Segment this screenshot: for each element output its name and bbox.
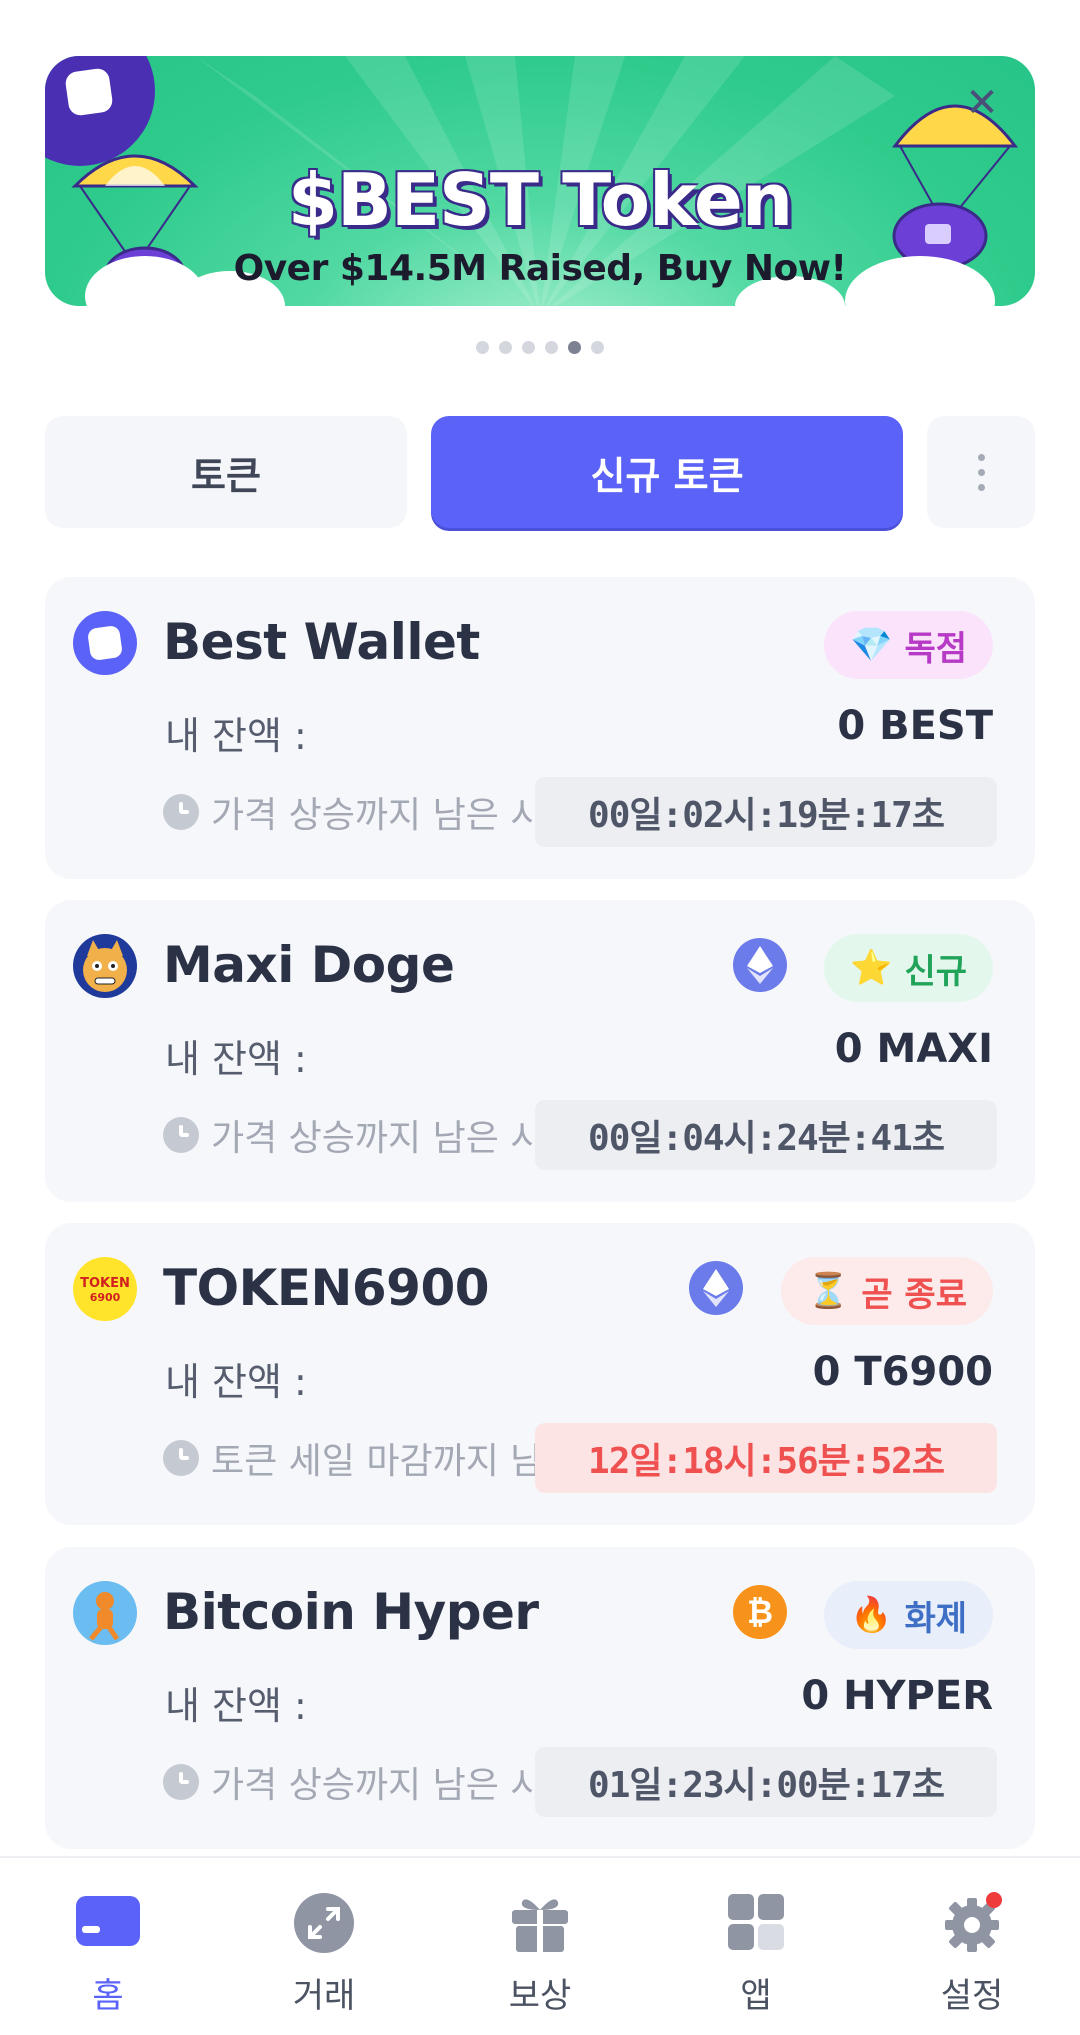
new-badge: ⭐ 신규 <box>824 934 993 1002</box>
ethereum-icon <box>733 938 787 992</box>
fire-icon: 🔥 <box>850 1595 893 1635</box>
timer-row: 가격 상승까지 남은 시간 00일:02시:19분:17초 <box>163 777 1035 847</box>
token-name: TOKEN6900 <box>163 1259 490 1317</box>
balance-label: 내 잔액 : <box>165 1037 307 1081</box>
svg-text:6900: 6900 <box>90 1291 121 1304</box>
more-options-button[interactable] <box>927 416 1035 528</box>
countdown-timer: 01일:23시:00분:17초 <box>535 1747 997 1817</box>
svg-text:TOKEN: TOKEN <box>80 1276 130 1291</box>
nav-trade-label: 거래 <box>292 1976 356 2016</box>
close-icon[interactable]: ✕ <box>959 80 1005 126</box>
hot-badge: 🔥 화제 <box>824 1581 993 1649</box>
nav-apps[interactable]: 앱 <box>648 1858 864 2035</box>
nav-settings-label: 설정 <box>940 1976 1004 2016</box>
carousel-dot-active[interactable] <box>568 341 581 354</box>
nav-rewards-label: 보상 <box>508 1976 572 2016</box>
maxi-doge-avatar-icon <box>73 934 137 998</box>
countdown-timer: 12일:18시:56분:52초 <box>535 1423 997 1493</box>
countdown-timer: 00일:04시:24분:41초 <box>535 1100 997 1170</box>
gift-icon <box>512 1899 568 1952</box>
carousel-indicator <box>0 341 1080 354</box>
best-wallet-avatar-icon <box>73 611 137 675</box>
timer-label: 토큰 세일 마감까지 남은 시간 <box>211 1441 551 1482</box>
bitcoin-hyper-avatar-icon <box>73 1581 137 1645</box>
ethereum-icon <box>689 1261 743 1315</box>
diamond-icon: 💎 <box>850 625 893 665</box>
hourglass-icon: ⏳ <box>806 1271 850 1311</box>
apps-grid-icon <box>728 1894 784 1950</box>
ending-soon-badge: ⏳ 곧 종료 <box>780 1257 993 1325</box>
clock-icon <box>163 1440 199 1476</box>
carousel-dot[interactable] <box>499 341 512 354</box>
carousel-dot[interactable] <box>545 341 558 354</box>
best-wallet-logo-icon <box>64 67 114 117</box>
more-vertical-icon <box>977 453 985 491</box>
token-card-bitcoin-hyper[interactable]: Bitcoin Hyper ₿ 🔥 화제 내 잔액 : 0 HYPER 가격 상… <box>45 1547 1035 1849</box>
tab-new-tokens-label: 신규 토큰 <box>590 453 744 498</box>
wallet-icon <box>76 1896 140 1946</box>
carousel-dot[interactable] <box>522 341 535 354</box>
carousel-dot[interactable] <box>591 341 604 354</box>
balance-value: 0 BEST <box>837 703 993 749</box>
balance-value: 0 HYPER <box>801 1673 993 1719</box>
balance-label: 내 잔액 : <box>165 1684 307 1728</box>
clock-icon <box>163 794 199 830</box>
timer-row: 토큰 세일 마감까지 남은 시간 12일:18시:56분:52초 <box>163 1423 1035 1493</box>
carousel-dot[interactable] <box>476 341 489 354</box>
token-name: Bitcoin Hyper <box>163 1583 539 1641</box>
tab-new-tokens[interactable]: 신규 토큰 <box>431 416 903 528</box>
timer-row: 가격 상승까지 남은 시간 00일:04시:24분:41초 <box>163 1100 1035 1170</box>
gear-icon <box>945 1892 1002 1952</box>
banner-title: $BEST Token <box>287 158 793 242</box>
tab-tokens-label: 토큰 <box>191 453 261 498</box>
swap-arrows-icon <box>294 1893 354 1953</box>
balance-value: 0 T6900 <box>812 1349 993 1395</box>
token-name: Maxi Doge <box>163 936 455 994</box>
nav-rewards[interactable]: 보상 <box>432 1858 648 2035</box>
timer-label: 가격 상승까지 남은 시간 <box>211 1118 551 1159</box>
balance-value: 0 MAXI <box>834 1026 993 1072</box>
balance-label: 내 잔액 : <box>165 714 307 758</box>
timer-label: 가격 상승까지 남은 시간 <box>211 795 551 836</box>
nav-apps-label: 앱 <box>740 1976 772 2016</box>
badge-label: 화제 <box>904 1598 967 1639</box>
countdown-timer: 00일:02시:19분:17초 <box>535 777 997 847</box>
badge-label: 신규 <box>904 951 967 992</box>
clock-icon <box>163 1764 199 1800</box>
badge-label: 독점 <box>904 628 967 669</box>
token-card-maxi-doge[interactable]: Maxi Doge ⭐ 신규 내 잔액 : 0 MAXI 가격 상승까지 남은 … <box>45 900 1035 1202</box>
nav-trade[interactable]: 거래 <box>216 1858 432 2035</box>
exclusive-badge: 💎 독점 <box>824 611 993 679</box>
bitcoin-icon: ₿ <box>733 1585 787 1639</box>
token-name: Best Wallet <box>163 613 480 671</box>
clock-icon <box>163 1117 199 1153</box>
timer-row: 가격 상승까지 남은 시간 01일:23시:00분:17초 <box>163 1747 1035 1817</box>
bottom-navigation: 홈 거래 보상 앱 설정 <box>0 1856 1080 2035</box>
token6900-avatar-icon: TOKEN 6900 <box>73 1257 137 1321</box>
timer-label: 가격 상승까지 남은 시간 <box>211 1765 551 1806</box>
nav-home-label: 홈 <box>92 1976 124 2016</box>
nav-settings[interactable]: 설정 <box>864 1858 1080 2035</box>
nav-home[interactable]: 홈 <box>0 1858 216 2035</box>
promo-banner[interactable]: $BEST Token Over $14.5M Raised, Buy Now!… <box>45 56 1035 306</box>
badge-label: 곧 종료 <box>861 1274 967 1315</box>
token-card-token6900[interactable]: TOKEN 6900 TOKEN6900 ⏳ 곧 종료 내 잔액 : 0 T69… <box>45 1223 1035 1525</box>
balance-label: 내 잔액 : <box>165 1360 307 1404</box>
star-icon: ⭐ <box>850 948 893 988</box>
token-card-best-wallet[interactable]: Best Wallet 💎 독점 내 잔액 : 0 BEST 가격 상승까지 남… <box>45 577 1035 879</box>
banner-subtitle: Over $14.5M Raised, Buy Now! <box>233 248 847 289</box>
notification-dot <box>986 1892 1002 1908</box>
tab-tokens[interactable]: 토큰 <box>45 416 407 528</box>
